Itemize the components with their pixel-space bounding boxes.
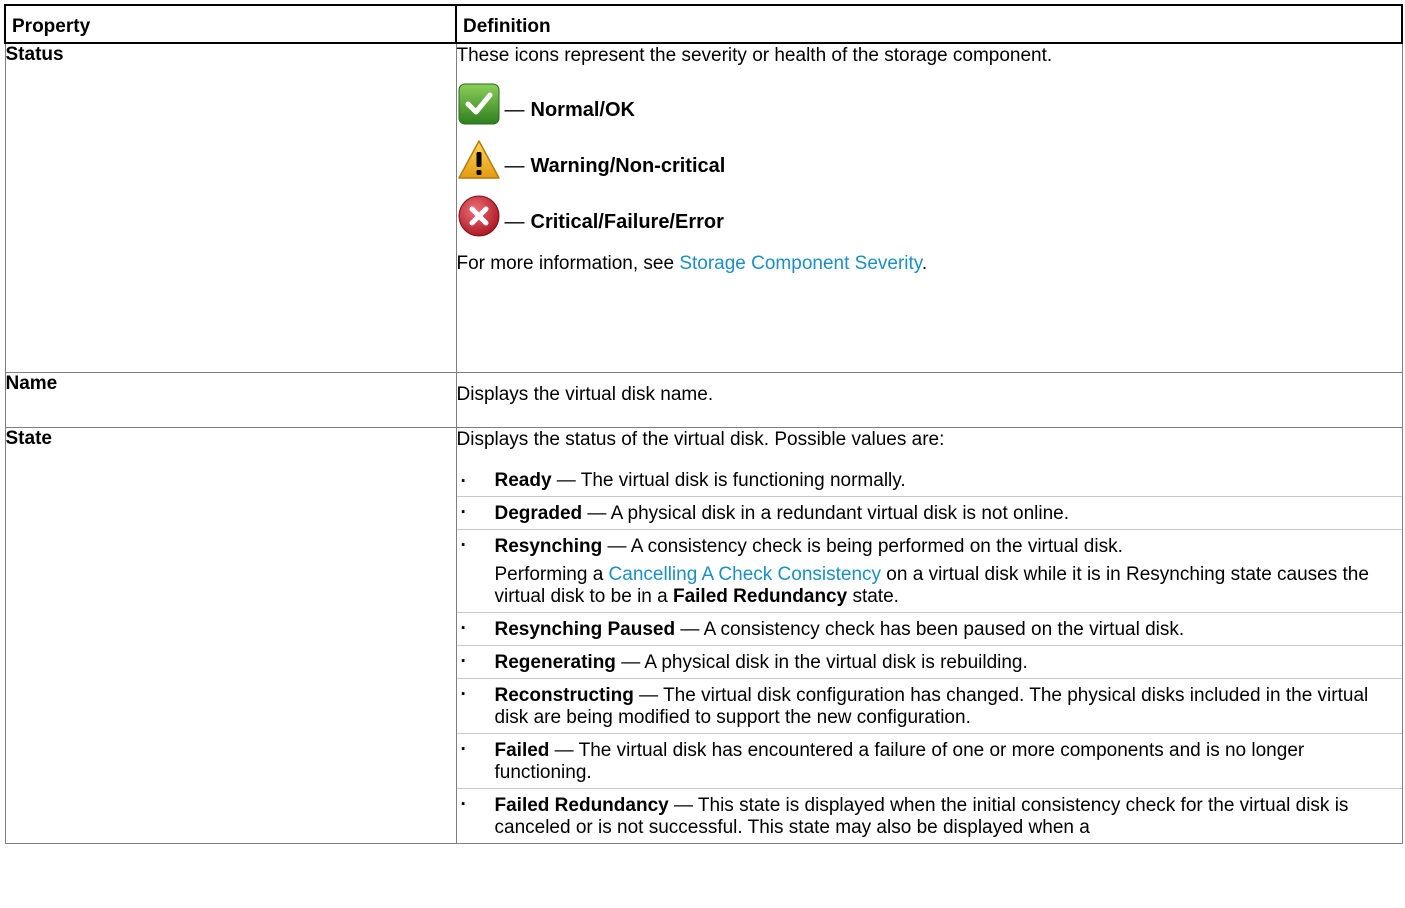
warning-icon (457, 140, 500, 179)
property-name: Name (4, 372, 457, 428)
severity-warning: — Warning/Non-critical (457, 136, 1402, 184)
table-row-name: Name Displays the virtual disk name. (4, 372, 1403, 428)
properties-table: Property Definition Status These icons r… (4, 4, 1403, 844)
list-item: Ready — The virtual disk is functioning … (457, 466, 1402, 496)
list-item: Failed Redundancy — This state is displa… (456, 788, 1402, 843)
status-more-info: For more information, see Storage Compon… (456, 253, 928, 274)
check-icon (458, 83, 499, 125)
list-item: Failed — The virtual disk has encountere… (456, 733, 1402, 788)
status-intro: These icons represent the severity or he… (456, 45, 1053, 66)
property-state: State (4, 427, 457, 844)
cancelling-check-consistency-link[interactable]: Cancelling A Check Consistency (609, 564, 881, 585)
severity-critical: — Critical/Failure/Error (457, 192, 1402, 240)
resynching-note: Performing a Cancelling A Check Consiste… (494, 564, 1369, 607)
document-page: Property Definition Status These icons r… (0, 0, 1405, 908)
definition-state: Displays the status of the virtual disk.… (455, 427, 1403, 844)
state-intro: Displays the status of the virtual disk.… (456, 429, 945, 450)
storage-component-severity-link[interactable]: Storage Component Severity (679, 253, 922, 274)
property-status: Status (4, 42, 457, 373)
header-property: Property (4, 4, 457, 44)
state-list: Ready — The virtual disk is functioning … (456, 466, 1402, 843)
table-header-row: Property Definition (4, 4, 1403, 44)
severity-label: Warning/Non-critical (530, 155, 726, 177)
definition-name: Displays the virtual disk name. (455, 372, 1403, 428)
header-definition: Definition (455, 4, 1403, 44)
list-item: Reconstructing — The virtual disk config… (456, 678, 1402, 733)
list-item: Regenerating — A physical disk in the vi… (456, 645, 1402, 678)
severity-label: Normal/OK (530, 99, 635, 121)
error-icon (458, 195, 499, 237)
severity-normal: — Normal/OK (457, 80, 1402, 128)
table-row-state: State Displays the status of the virtual… (4, 427, 1403, 844)
list-item: Degraded — A physical disk in a redundan… (456, 496, 1402, 529)
table-row-status: Status These icons represent the severit… (4, 42, 1403, 373)
severity-label: Critical/Failure/Error (530, 211, 724, 233)
list-item: Resynching Paused — A consistency check … (456, 612, 1402, 645)
list-item: Resynching — A consistency check is bein… (456, 529, 1402, 612)
definition-status: These icons represent the severity or he… (455, 42, 1403, 373)
